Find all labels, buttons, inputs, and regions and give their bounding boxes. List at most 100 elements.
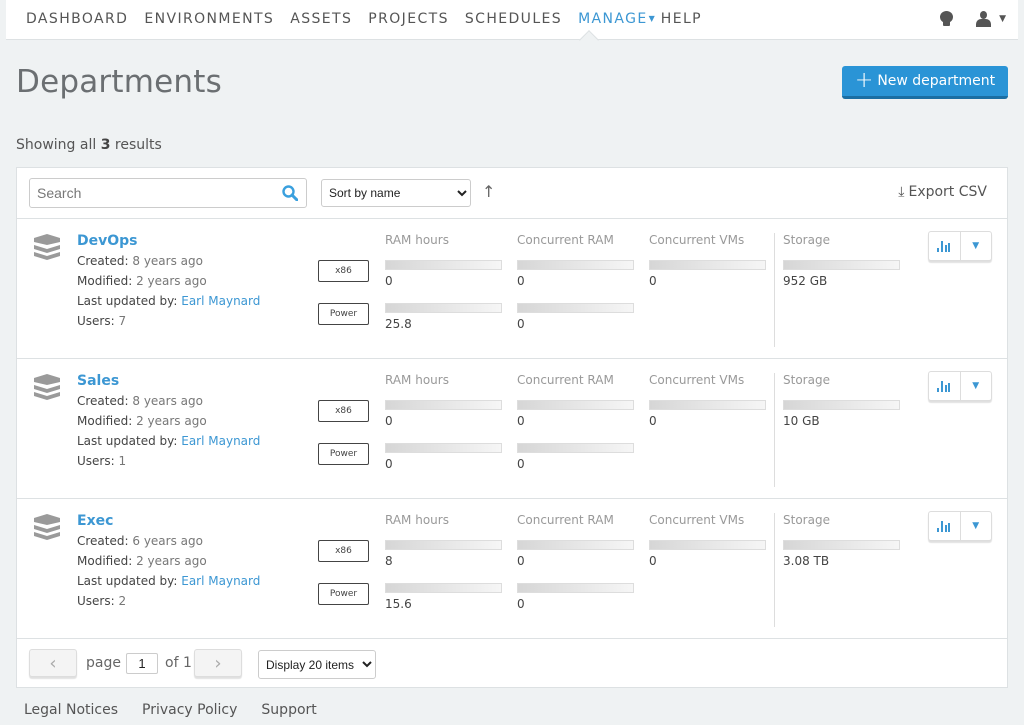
x86-concurrent-ram-bar <box>517 400 634 410</box>
usage-chart-button[interactable] <box>929 512 961 540</box>
concurrent-vms-label: Concurrent VMs <box>649 233 745 247</box>
pagination: ‹ page of 1 › Display 20 items <box>17 639 1007 688</box>
sort-direction-arrow-up-icon[interactable]: ↑ <box>482 182 495 201</box>
nav-menu: DASHBOARD ENVIRONMENTS ASSETS PROJECTS S… <box>26 11 718 27</box>
nav-item-assets[interactable]: ASSETS <box>290 11 352 27</box>
nav-item-dashboard[interactable]: DASHBOARD <box>26 11 128 27</box>
next-page-button[interactable]: › <box>194 649 242 677</box>
storage-divider <box>774 233 775 347</box>
storage-value: 10 GB <box>783 414 820 428</box>
x86-concurrent-vms-value: 0 <box>649 274 657 288</box>
nav-right-tools: ▼ <box>940 10 1006 28</box>
caret-down-icon: ▼ <box>648 14 655 23</box>
users-value: 2 <box>118 594 127 608</box>
last-updated-user-link[interactable]: Earl Maynard <box>181 574 260 588</box>
users-value: 1 <box>118 454 127 468</box>
nav-item-schedules[interactable]: SCHEDULES <box>465 11 562 27</box>
page-total-label: of 1 <box>165 655 192 671</box>
plus-icon: + <box>854 68 874 93</box>
bar-chart-icon <box>937 241 951 252</box>
power-concurrent-ram-value: 0 <box>517 317 525 331</box>
user-menu-caret-icon[interactable]: ▼ <box>999 14 1006 24</box>
previous-page-button[interactable]: ‹ <box>29 649 77 677</box>
created-field: Created: 8 years ago <box>77 254 203 268</box>
footer-link-support[interactable]: Support <box>261 702 316 718</box>
last-updated-user-link[interactable]: Earl Maynard <box>181 294 260 308</box>
users-field: Users: 1 <box>77 454 126 468</box>
items-per-page-select[interactable]: Display 20 items <box>258 650 376 679</box>
usage-chart-button[interactable] <box>929 372 961 400</box>
department-name-link[interactable]: DevOps <box>77 233 138 249</box>
nav-item-manage[interactable]: MANAGE▼ <box>578 11 655 27</box>
last-updated-field: Last updated by: Earl Maynard <box>77 434 260 448</box>
x86-ram-hours-value: 0 <box>385 414 393 428</box>
layers-icon <box>34 234 60 260</box>
power-concurrent-ram-bar <box>517 583 634 593</box>
storage-divider <box>774 373 775 487</box>
results-suffix: results <box>114 137 162 153</box>
nav-item-projects[interactable]: PROJECTS <box>368 11 449 27</box>
storage-label: Storage <box>783 373 830 387</box>
x86-concurrent-vms-bar <box>649 400 766 410</box>
footer-link-legal-notices[interactable]: Legal Notices <box>24 702 118 718</box>
lightbulb-icon[interactable] <box>940 10 954 28</box>
search-icon[interactable] <box>282 185 298 201</box>
modified-label: Modified: <box>77 554 133 568</box>
created-label: Created: <box>77 534 129 548</box>
user-icon[interactable] <box>976 11 992 27</box>
x86-concurrent-ram-value: 0 <box>517 414 525 428</box>
nav-item-environments[interactable]: ENVIRONMENTS <box>144 11 274 27</box>
x86-concurrent-vms-value: 0 <box>649 414 657 428</box>
storage-value: 952 GB <box>783 274 828 288</box>
department-row: Exec Created: 6 years ago Modified: 2 ye… <box>17 499 1007 639</box>
power-ram-hours-bar <box>385 583 502 593</box>
power-ram-hours-value: 25.8 <box>385 317 412 331</box>
caret-down-icon: ▼ <box>972 241 980 251</box>
row-actions: ▼ <box>928 371 992 401</box>
page-number-input[interactable] <box>126 653 158 674</box>
users-label: Users: <box>77 314 115 328</box>
top-navigation: DASHBOARD ENVIRONMENTS ASSETS PROJECTS S… <box>6 0 1018 50</box>
ram-hours-label: RAM hours <box>385 513 449 527</box>
power-ram-hours-bar <box>385 303 502 313</box>
export-csv-button[interactable]: ⤓ Export CSV <box>898 184 987 200</box>
last-updated-label: Last updated by: <box>77 574 178 588</box>
footer-link-privacy-policy[interactable]: Privacy Policy <box>142 702 237 718</box>
created-value: 8 years ago <box>132 254 203 268</box>
modified-value: 2 years ago <box>136 274 207 288</box>
x86-ram-hours-value: 0 <box>385 274 393 288</box>
usage-chart-button[interactable] <box>929 232 961 260</box>
created-label: Created: <box>77 254 129 268</box>
ram-hours-label: RAM hours <box>385 373 449 387</box>
nav-item-help[interactable]: HELP <box>661 11 702 27</box>
department-name-link[interactable]: Sales <box>77 373 119 389</box>
sort-select[interactable]: Sort by name <box>321 179 471 207</box>
caret-down-icon: ▼ <box>972 521 980 531</box>
power-concurrent-ram-bar <box>517 443 634 453</box>
row-menu-dropdown-button[interactable]: ▼ <box>961 372 992 400</box>
storage-label: Storage <box>783 233 830 247</box>
last-updated-label: Last updated by: <box>77 294 178 308</box>
x86-ram-hours-bar <box>385 540 502 550</box>
arch-badge-x86: x86 <box>318 400 369 422</box>
department-name-link[interactable]: Exec <box>77 513 113 529</box>
concurrent-vms-label: Concurrent VMs <box>649 373 745 387</box>
modified-field: Modified: 2 years ago <box>77 274 207 288</box>
x86-ram-hours-bar <box>385 260 502 270</box>
users-label: Users: <box>77 454 115 468</box>
last-updated-label: Last updated by: <box>77 434 178 448</box>
row-menu-dropdown-button[interactable]: ▼ <box>961 512 992 540</box>
x86-ram-hours-value: 8 <box>385 554 393 568</box>
layers-icon <box>34 374 60 400</box>
new-department-button[interactable]: + New department <box>842 66 1008 99</box>
chevron-left-icon: ‹ <box>49 652 57 674</box>
last-updated-user-link[interactable]: Earl Maynard <box>181 434 260 448</box>
search-input[interactable] <box>30 179 270 207</box>
arch-badge-x86: x86 <box>318 260 369 282</box>
row-menu-dropdown-button[interactable]: ▼ <box>961 232 992 260</box>
page-label: page <box>86 655 121 671</box>
new-department-label: New department <box>877 73 996 89</box>
x86-concurrent-ram-value: 0 <box>517 554 525 568</box>
layers-icon <box>34 514 60 540</box>
storage-value: 3.08 TB <box>783 554 830 568</box>
